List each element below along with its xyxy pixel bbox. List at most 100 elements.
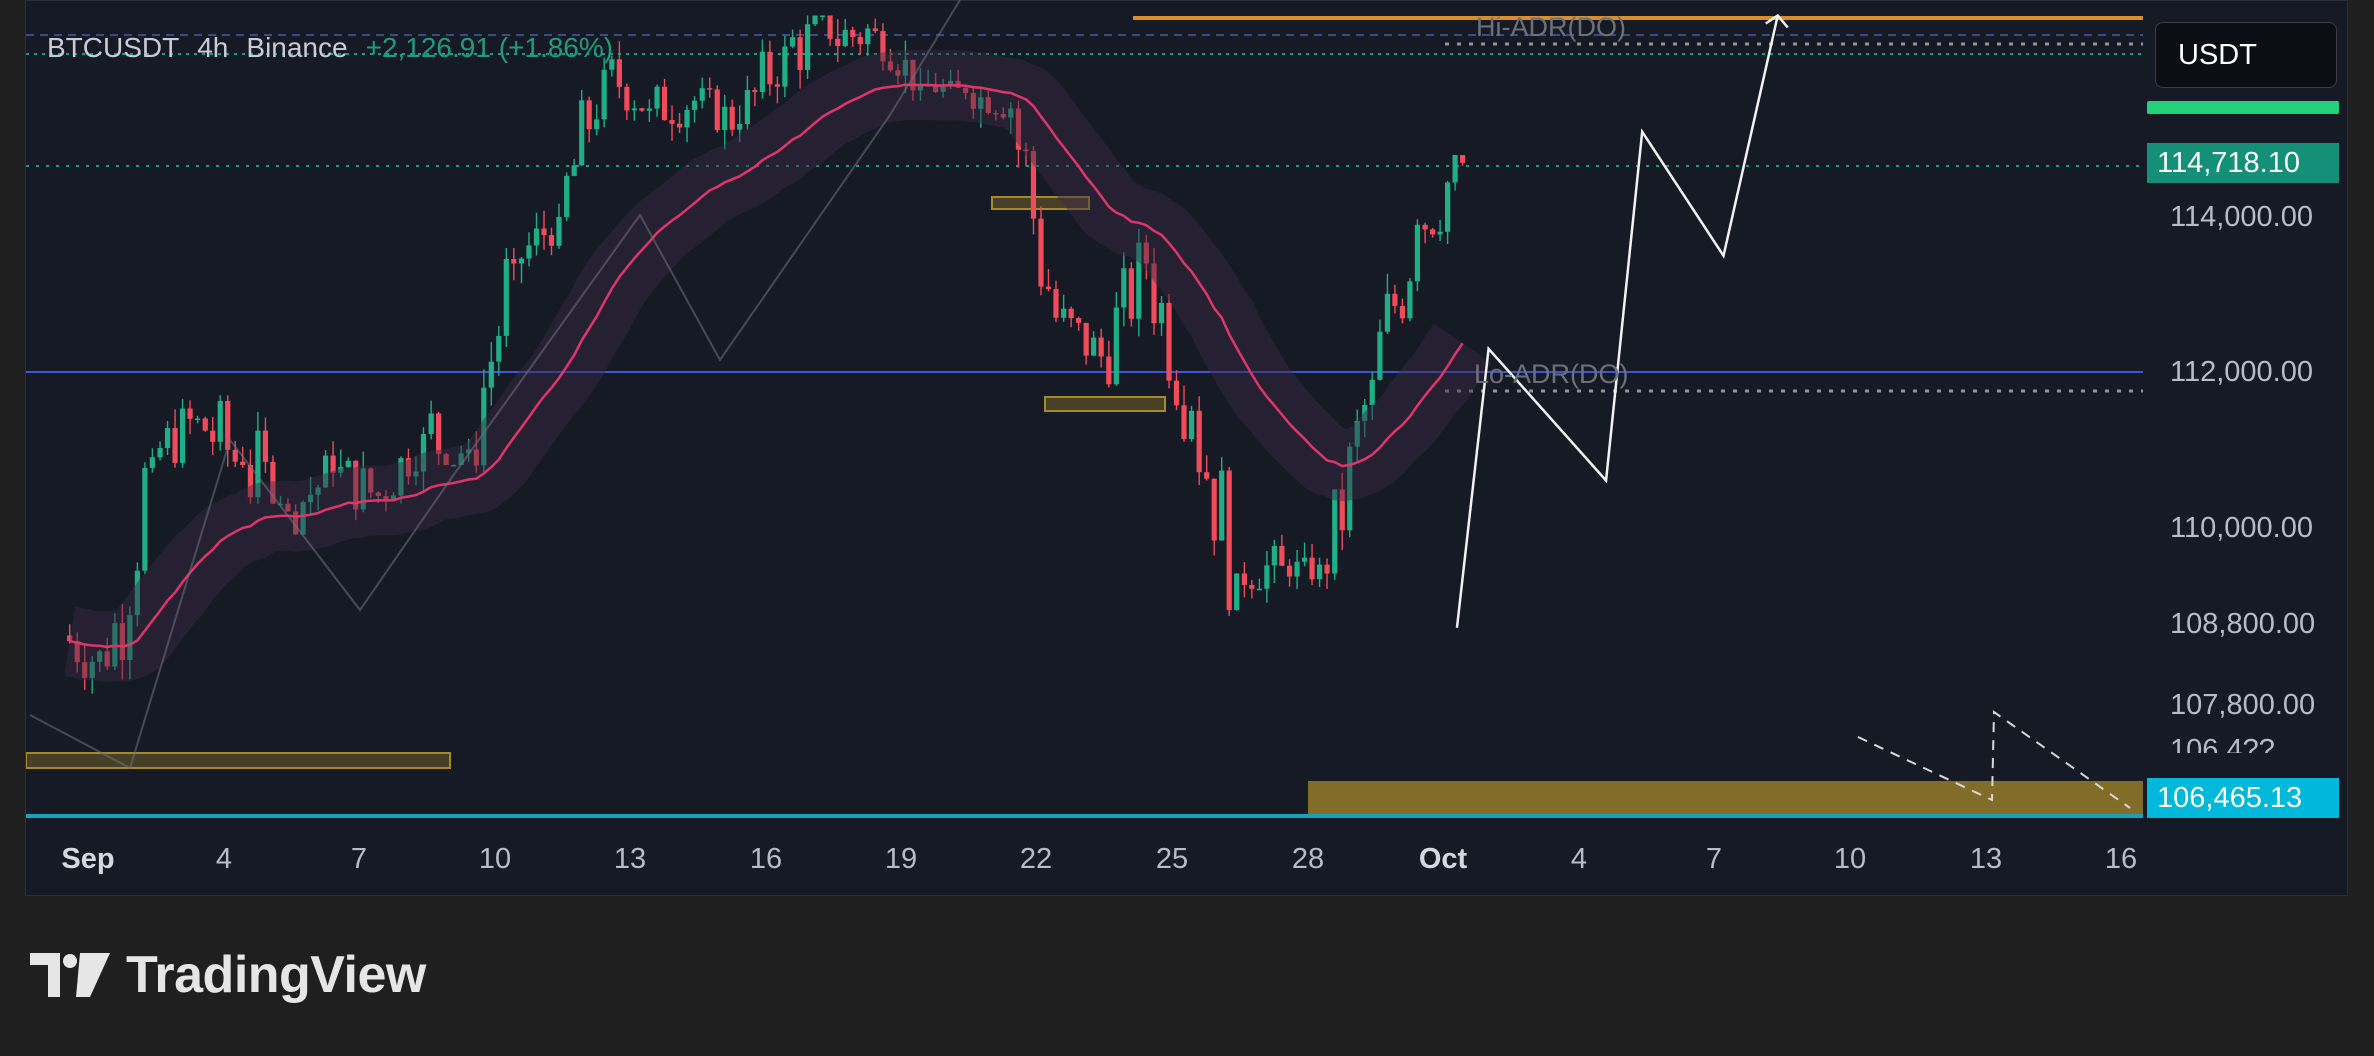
candle-body [1460, 155, 1466, 163]
x-tick-label: 19 [884, 843, 918, 875]
price-change: +2,126.91 (+1.86%) [365, 32, 614, 63]
candle-body [1061, 308, 1067, 318]
candle-body [1196, 410, 1202, 473]
candle-body [842, 29, 848, 46]
candle-body [707, 88, 713, 90]
candle-body [503, 258, 509, 336]
candle-body [1256, 588, 1262, 591]
tradingview-logo-icon [30, 953, 110, 997]
candle-body [1392, 293, 1398, 306]
candle-body [744, 90, 750, 124]
candle-body [827, 15, 833, 39]
x-tick-label: 13 [1969, 843, 2003, 875]
candle-body [345, 460, 351, 468]
candle-body [616, 59, 622, 87]
candle-body [586, 100, 592, 130]
candle-body [1121, 268, 1127, 308]
candle-body [654, 86, 660, 109]
candle-body [850, 29, 856, 37]
candle-body [872, 28, 878, 31]
y-tick-label: 114,000.00 [2170, 201, 2313, 233]
candle-body [1271, 545, 1277, 566]
candle-body [240, 461, 246, 465]
candle-body [1076, 318, 1082, 323]
candle-body [1211, 478, 1217, 541]
candle-body [1369, 379, 1375, 405]
candle-body [179, 408, 186, 463]
currency-selector[interactable]: USDT [2155, 22, 2337, 88]
candle-body [819, 15, 826, 17]
candle-body [1038, 218, 1044, 287]
candle-body [1452, 155, 1458, 183]
candle-body [330, 455, 336, 473]
candle-body [571, 165, 577, 176]
symbol-name[interactable]: BTCUSDT [47, 32, 179, 64]
candle-body [232, 449, 238, 462]
candle-body [624, 86, 630, 111]
candle-body [767, 51, 773, 85]
candle-body [1264, 565, 1270, 589]
candle-body [1173, 380, 1180, 406]
x-tick-label: 7 [350, 843, 368, 875]
candle-body [556, 217, 562, 246]
candle-body [714, 89, 720, 131]
candle-body [691, 100, 698, 110]
candle-body [1128, 268, 1134, 319]
candle-body [488, 361, 494, 388]
candle-body [187, 408, 193, 419]
candle-body [541, 228, 547, 236]
x-tick-label: 16 [2104, 843, 2138, 875]
candle-body [548, 235, 555, 246]
candle-body [1226, 470, 1232, 611]
candle-body [1113, 307, 1119, 385]
candle-body [428, 413, 434, 434]
candle-body [1332, 489, 1338, 574]
candle-body [511, 258, 517, 264]
candle-body [1316, 564, 1323, 580]
candle-body [759, 51, 765, 92]
current-price-tag: 114,718.10 [2147, 143, 2339, 183]
candle-body [857, 36, 863, 45]
ema-band [42, 49, 1492, 682]
candle-body [1414, 224, 1421, 282]
candle-body [1407, 281, 1413, 319]
projection-path [1455, 15, 1779, 628]
candle-body [579, 100, 585, 166]
timeframe-label[interactable]: 4h [197, 32, 228, 64]
candle-body [676, 123, 683, 128]
candle-body [1301, 557, 1308, 562]
y-tick-label: 107,800.00 [2170, 689, 2316, 721]
tradingview-brand[interactable]: TradingView [30, 945, 426, 1005]
candle-body [436, 413, 442, 455]
y-tick-label: 108,800.00 [2170, 608, 2316, 640]
candle-body [812, 15, 818, 25]
x-tick-label: Sep [61, 843, 115, 875]
candle-body [835, 38, 841, 46]
x-tick-label: 22 [1019, 843, 1053, 875]
candle-body [865, 28, 871, 45]
candle-body [533, 228, 540, 246]
candle-body [601, 69, 607, 120]
candle-body [1188, 410, 1195, 440]
x-tick-label: 7 [1705, 843, 1723, 875]
candle-body [1204, 472, 1210, 479]
candle-body [774, 84, 780, 87]
x-tick-label: Oct [1418, 843, 1468, 875]
candle-body [1437, 231, 1443, 235]
candle-body [1106, 356, 1112, 385]
candle-body [669, 120, 675, 124]
candle-body [684, 109, 690, 128]
x-tick-label: 28 [1291, 843, 1325, 875]
candle-body [1399, 305, 1406, 319]
candle-body [526, 245, 532, 259]
candle-body [1249, 585, 1255, 589]
candle-body [564, 175, 570, 217]
candle-body [722, 106, 728, 131]
candle-body [594, 119, 600, 130]
last-price-tag: 106,465.13 [2147, 778, 2339, 818]
candle-body [1234, 573, 1240, 611]
symbol-header: BTCUSDT 4h Binance +2,126.91 (+1.86%) [47, 32, 613, 64]
candle-body [1181, 405, 1187, 440]
x-tick-label: 25 [1155, 843, 1189, 875]
chart-canvas[interactable] [0, 0, 2374, 1056]
